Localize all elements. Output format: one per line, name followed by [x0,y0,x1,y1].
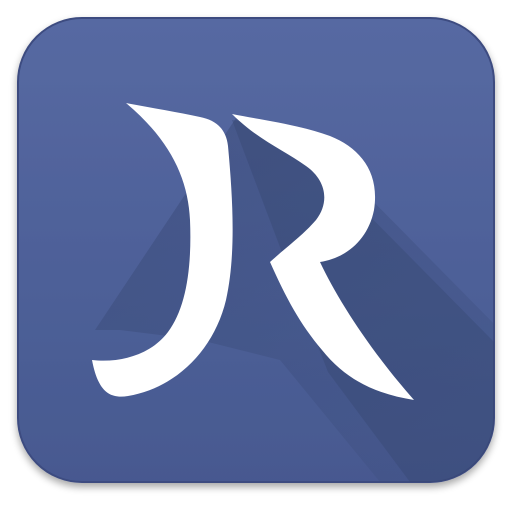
icon-stage [0,0,512,512]
jr-app-icon[interactable] [0,0,512,512]
